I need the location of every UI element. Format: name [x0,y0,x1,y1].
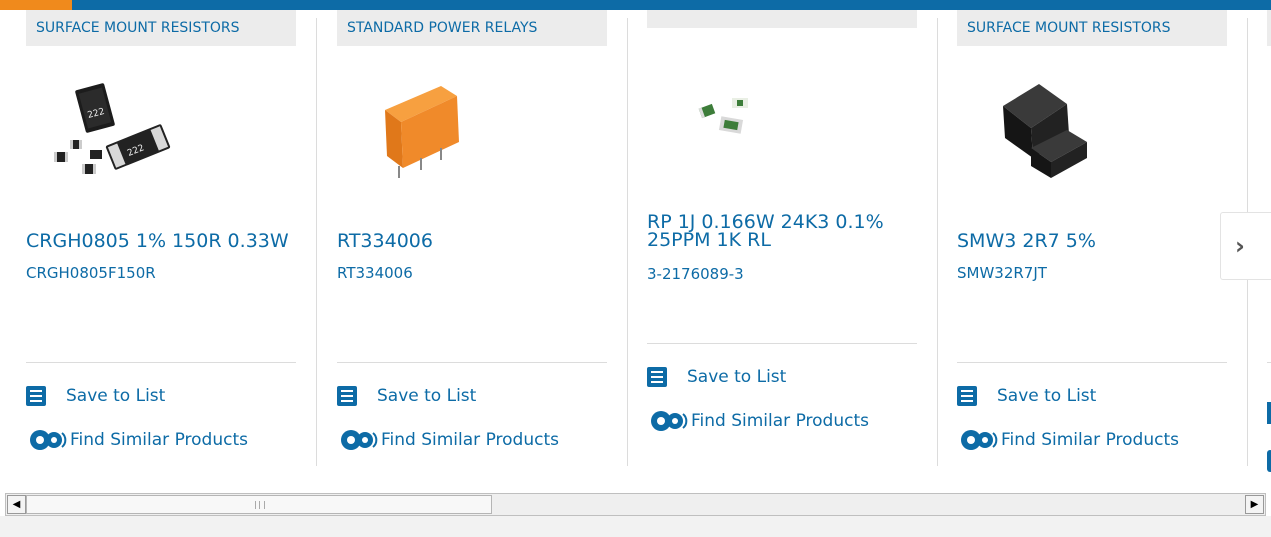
find-similar-button[interactable]: Find Similar Products [957,428,1179,452]
category-tag[interactable]: SURFACE MOUNT RESISTORS [26,10,296,46]
wirewound-resistor-image[interactable] [997,80,1093,186]
save-to-list-button[interactable]: Save to List [647,365,786,389]
product-title[interactable]: SMW3 2R7 5% [957,232,1232,251]
checklist-icon [957,386,977,406]
product-card: SURFACE MOUNT RESISTORS 222 222 CRGH0805… [0,10,317,470]
smd-resistors-image[interactable]: 222 222 [50,78,175,183]
part-number[interactable]: CRGH0805F150R [26,264,156,282]
save-to-list-label: Save to List [377,386,477,406]
checklist-icon [337,386,357,406]
carousel-next-button[interactable]: › [1220,212,1271,280]
top-accent-orange [0,0,72,10]
footer-area [0,516,1271,537]
save-to-list-label: Save to List [687,367,787,387]
find-similar-label: Find Similar Products [381,430,559,450]
product-card: STANDARD POWER RELAYS RT334006 RT334006 … [311,10,628,470]
save-to-list-label: Save to List [66,386,166,406]
horizontal-scrollbar[interactable]: ◀ ▶ [5,493,1266,516]
part-number[interactable]: RT334006 [337,264,413,282]
category-tag [1267,10,1271,46]
scroll-left-arrow-icon[interactable]: ◀ [7,495,26,514]
find-similar-label: Find Similar Products [1001,430,1179,450]
card-separator [957,362,1227,363]
save-to-list-label: Save to List [997,386,1097,406]
card-separator [26,362,296,363]
card-separator [337,362,607,363]
top-accent-bar [0,0,1271,10]
gears-icon [30,430,67,450]
card-separator [1267,362,1271,363]
find-similar-label: Find Similar Products [70,430,248,450]
save-to-list-button[interactable]: Save to List [337,384,476,408]
product-card: RP 1J 0.166W 24K3 0.1% 25PPM 1K RL 3-217… [621,10,938,470]
product-card: SURFACE MOUNT RESISTORS SMW3 2R7 5% SMW3… [931,10,1248,470]
checklist-icon [647,367,667,387]
save-to-list-button[interactable]: Save to List [26,384,165,408]
part-number[interactable]: SMW32R7JT [957,264,1047,282]
chip-resistors-image[interactable] [696,94,756,140]
find-similar-button[interactable]: Find Similar Products [337,428,559,452]
category-tag[interactable] [647,10,917,28]
scrollbar-thumb[interactable] [26,495,492,514]
checklist-icon [1267,402,1271,424]
gears-icon [341,430,378,450]
checklist-icon [26,386,46,406]
product-title[interactable]: CRGH0805 1% 150R 0.33W [26,232,301,251]
find-similar-label: Find Similar Products [691,411,869,431]
find-similar-button[interactable]: Find Similar Products [647,409,869,433]
scroll-right-arrow-icon[interactable]: ▶ [1245,495,1264,514]
scrollbar-grip-icon [255,501,265,509]
gears-icon [961,430,998,450]
product-title[interactable]: RT334006 [337,232,612,251]
category-tag[interactable]: SURFACE MOUNT RESISTORS [957,10,1227,46]
product-carousel: SURFACE MOUNT RESISTORS 222 222 CRGH0805… [0,10,1271,490]
category-tag[interactable]: STANDARD POWER RELAYS [337,10,607,46]
product-title[interactable]: RP 1J 0.166W 24K3 0.1% 25PPM 1K RL [647,213,922,250]
save-to-list-button[interactable]: Save to List [957,384,1096,408]
chevron-right-icon: › [1235,232,1245,260]
power-relay-image[interactable] [381,82,461,182]
gears-icon [651,411,688,431]
card-separator [647,343,917,344]
gears-icon [1267,450,1271,472]
find-similar-button[interactable]: Find Similar Products [26,428,248,452]
part-number[interactable]: 3-2176089-3 [647,265,744,283]
